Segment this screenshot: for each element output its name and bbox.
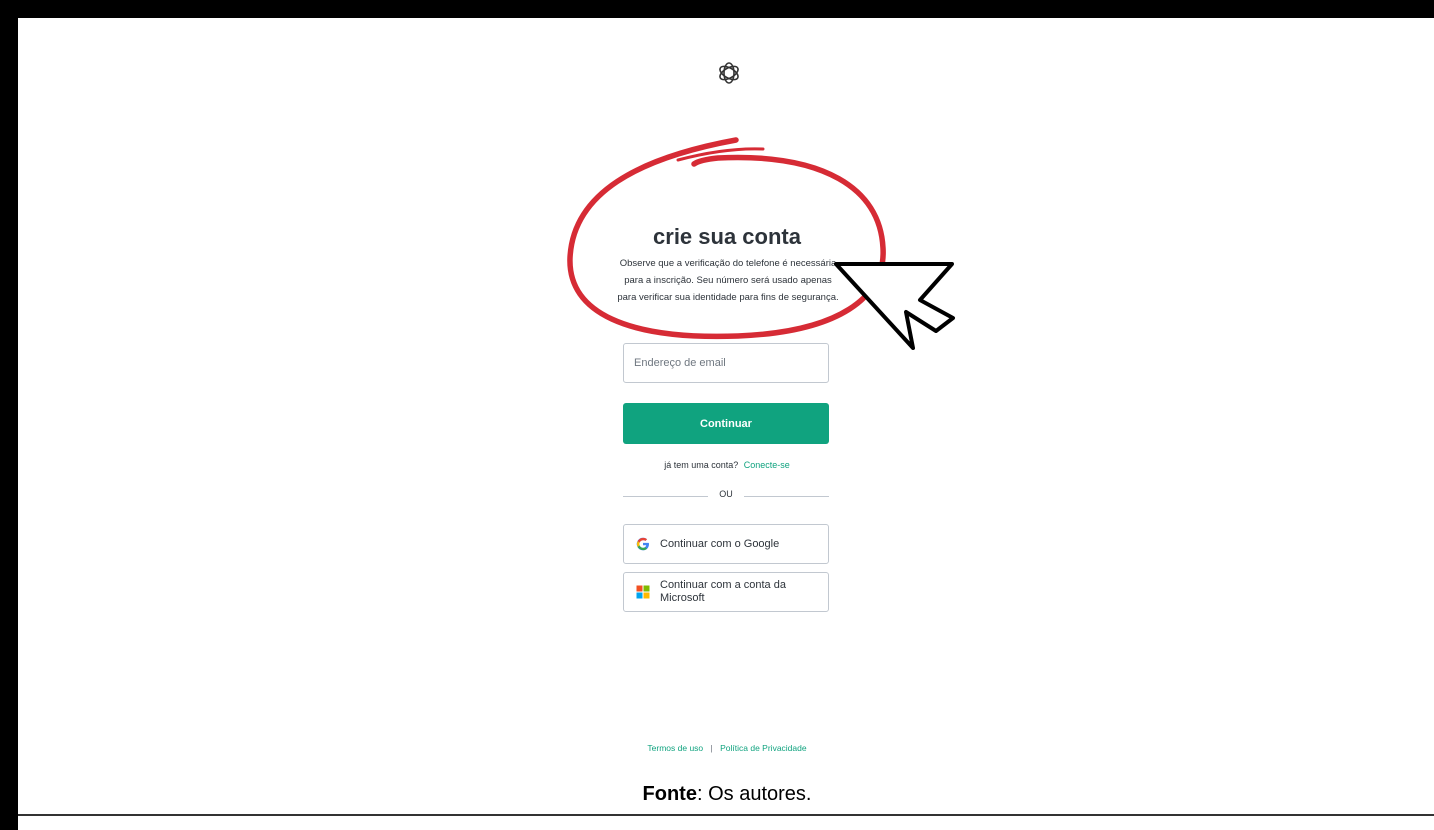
google-icon (636, 537, 649, 551)
email-input[interactable] (623, 343, 829, 383)
page-title: crie sua conta (653, 224, 801, 249)
figure-caption: Fonte: Os autores. (538, 783, 916, 806)
divider-line-left (623, 496, 708, 497)
have-account-text: já tem uma conta? (664, 460, 739, 470)
login-prompt: já tem uma conta? Conecte-se (538, 460, 916, 470)
privacy-link[interactable]: Política de Privacidade (720, 743, 806, 753)
page-frame: crie sua conta Observe que a verificação… (18, 18, 1434, 830)
google-login-button[interactable]: Continuar com o Google (623, 524, 829, 564)
caption-label: Fonte (642, 783, 697, 805)
microsoft-icon (636, 585, 650, 599)
red-highlight-stroke (676, 147, 765, 162)
terms-link[interactable]: Termos de uso (647, 743, 703, 753)
signup-notice: Observe que a verificação do telefone é … (617, 258, 839, 303)
microsoft-login-label: Continuar com a conta da Microsoft (660, 579, 786, 604)
cursor-arrow-icon (834, 262, 955, 350)
google-login-label: Continuar com o Google (660, 537, 780, 550)
microsoft-login-button[interactable]: Continuar com a conta da Microsoft (623, 572, 829, 612)
bottom-rule (18, 814, 1434, 816)
login-link[interactable]: Conecte-se (744, 460, 790, 470)
divider-line-right (744, 496, 829, 497)
caption-text: : Os autores. (696, 783, 812, 805)
footer-separator: | (710, 743, 713, 753)
openai-logo-icon (719, 62, 739, 84)
divider-text: OU (719, 489, 733, 499)
continue-button[interactable]: Continuar (623, 403, 829, 444)
footer-links: Termos de uso | Política de Privacidade (538, 743, 916, 753)
